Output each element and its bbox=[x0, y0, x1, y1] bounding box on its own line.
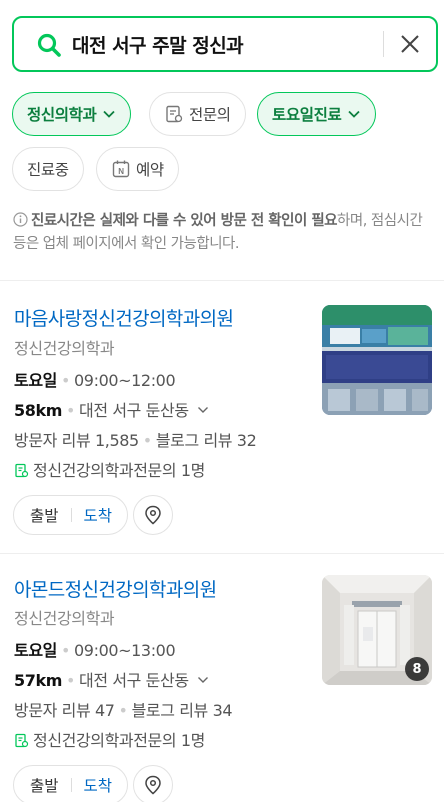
map-pin-button[interactable] bbox=[133, 765, 173, 802]
hours-day: 토요일 bbox=[14, 641, 57, 660]
specialist-info: 정신건강의학과전문의 1명 bbox=[14, 727, 205, 751]
arrive-button[interactable]: 도착 bbox=[84, 504, 113, 526]
visitor-reviews: 방문자 리뷰 47 bbox=[14, 701, 115, 720]
building-signage-photo bbox=[322, 305, 432, 415]
filter-chip-label: 전문의 bbox=[189, 106, 231, 124]
place-name-link[interactable]: 아몬드정신건강의학과의원 bbox=[14, 575, 217, 602]
doctor-certificate-icon bbox=[166, 105, 183, 123]
doctor-certificate-icon bbox=[15, 463, 29, 478]
place-hours: 토요일 • 09:00~13:00 bbox=[14, 641, 176, 660]
filter-chip-psychiatry[interactable]: 정신의학과 bbox=[12, 92, 132, 136]
place-location[interactable]: 58km • 대전 서구 둔산동 bbox=[14, 397, 209, 421]
specialist-count: 정신건강의학과전문의 1명 bbox=[33, 731, 205, 750]
visitor-reviews: 방문자 리뷰 1,585 bbox=[14, 431, 139, 450]
distance: 58km bbox=[14, 401, 62, 420]
chevron-down-icon bbox=[198, 407, 209, 413]
place-category: 정신건강의학과 bbox=[14, 339, 115, 358]
map-pin-icon bbox=[145, 775, 161, 795]
filter-chip-label: 진료중 bbox=[27, 161, 69, 179]
section-divider bbox=[0, 553, 444, 554]
place-photo[interactable] bbox=[322, 305, 432, 415]
search-box[interactable]: 대전 서구 주말 정신과 bbox=[12, 16, 438, 72]
filter-chip-label: 예약 bbox=[136, 161, 164, 179]
search-divider bbox=[383, 31, 384, 57]
blog-reviews: 블로그 리뷰 34 bbox=[131, 701, 233, 720]
place-hours: 토요일 • 09:00~12:00 bbox=[14, 371, 176, 390]
filter-chip-label: 정신의학과 bbox=[27, 106, 97, 124]
chevron-down-icon bbox=[348, 110, 360, 118]
chevron-down-icon bbox=[103, 110, 115, 118]
filter-chip-saturday[interactable]: 토요일진료 bbox=[257, 92, 377, 136]
map-pin-icon bbox=[145, 505, 161, 525]
section-divider bbox=[0, 280, 444, 281]
place-name-link[interactable]: 마음사랑정신건강의학과의원 bbox=[14, 304, 234, 331]
hours-range: 09:00~13:00 bbox=[74, 641, 176, 660]
hours-day: 토요일 bbox=[14, 371, 57, 390]
depart-button[interactable]: 출발 bbox=[30, 774, 59, 796]
place-reviews: 방문자 리뷰 1,585 • 블로그 리뷰 32 bbox=[14, 431, 257, 450]
specialist-count: 정신건강의학과전문의 1명 bbox=[33, 461, 205, 480]
map-pin-button[interactable] bbox=[133, 495, 173, 535]
place-category: 정신건강의학과 bbox=[14, 609, 115, 628]
filter-chip-booking[interactable]: N 예약 bbox=[96, 147, 179, 191]
photo-count-badge: 8 bbox=[405, 657, 429, 681]
svg-text:N: N bbox=[118, 167, 124, 176]
info-icon bbox=[13, 212, 28, 227]
directions-pill: 출발 도착 bbox=[13, 495, 128, 535]
chevron-down-icon bbox=[198, 677, 209, 683]
distance: 57km bbox=[14, 671, 62, 690]
filter-chip-specialist[interactable]: 전문의 bbox=[149, 92, 246, 136]
notice-bold: 진료시간은 실제와 다를 수 있어 방문 전 확인이 필요 bbox=[31, 213, 338, 229]
address: 대전 서구 둔산동 bbox=[79, 401, 189, 420]
hours-notice: 진료시간은 실제와 다를 수 있어 방문 전 확인이 필요하며, 점심시간 등은… bbox=[13, 210, 433, 256]
depart-button[interactable]: 출발 bbox=[30, 504, 59, 526]
search-icon bbox=[37, 33, 61, 57]
place-photo[interactable]: 8 bbox=[322, 575, 432, 685]
search-input[interactable]: 대전 서구 주말 정신과 bbox=[72, 31, 244, 58]
hours-range: 09:00~12:00 bbox=[74, 371, 176, 390]
filter-chip-label: 토요일진료 bbox=[272, 106, 342, 124]
naver-booking-icon: N bbox=[112, 160, 130, 178]
specialist-info: 정신건강의학과전문의 1명 bbox=[14, 457, 205, 481]
close-icon[interactable] bbox=[398, 32, 422, 56]
arrive-button[interactable]: 도착 bbox=[84, 774, 113, 796]
address: 대전 서구 둔산동 bbox=[79, 671, 189, 690]
directions-pill: 출발 도착 bbox=[13, 765, 128, 802]
place-reviews: 방문자 리뷰 47 • 블로그 리뷰 34 bbox=[14, 701, 233, 720]
place-location[interactable]: 57km • 대전 서구 둔산동 bbox=[14, 667, 209, 691]
doctor-certificate-icon bbox=[15, 733, 29, 748]
blog-reviews: 블로그 리뷰 32 bbox=[155, 431, 257, 450]
filter-chip-open-now[interactable]: 진료중 bbox=[12, 147, 84, 191]
